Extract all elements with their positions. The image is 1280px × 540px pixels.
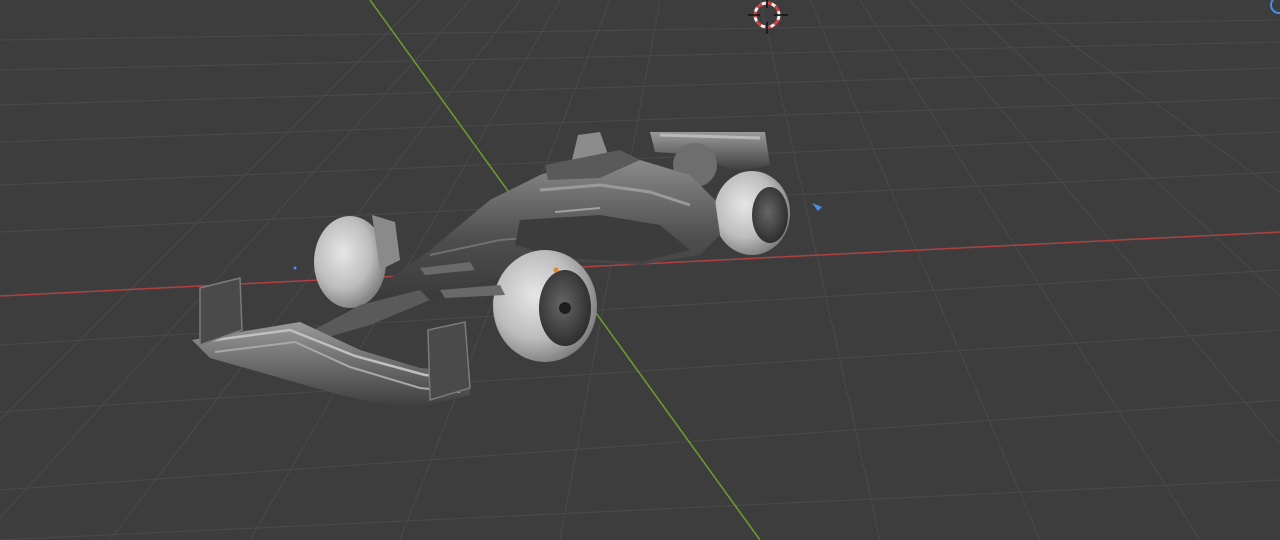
origin-point: [293, 266, 297, 270]
floor-grid: [0, 0, 1280, 540]
viewport-canvas[interactable]: [0, 0, 1280, 540]
rear-right-tire: [714, 171, 790, 255]
front-right-tire: [493, 250, 597, 362]
light-source-icon[interactable]: [812, 203, 822, 211]
3d-cursor-icon[interactable]: [748, 0, 788, 34]
3d-viewport[interactable]: [0, 0, 1280, 540]
